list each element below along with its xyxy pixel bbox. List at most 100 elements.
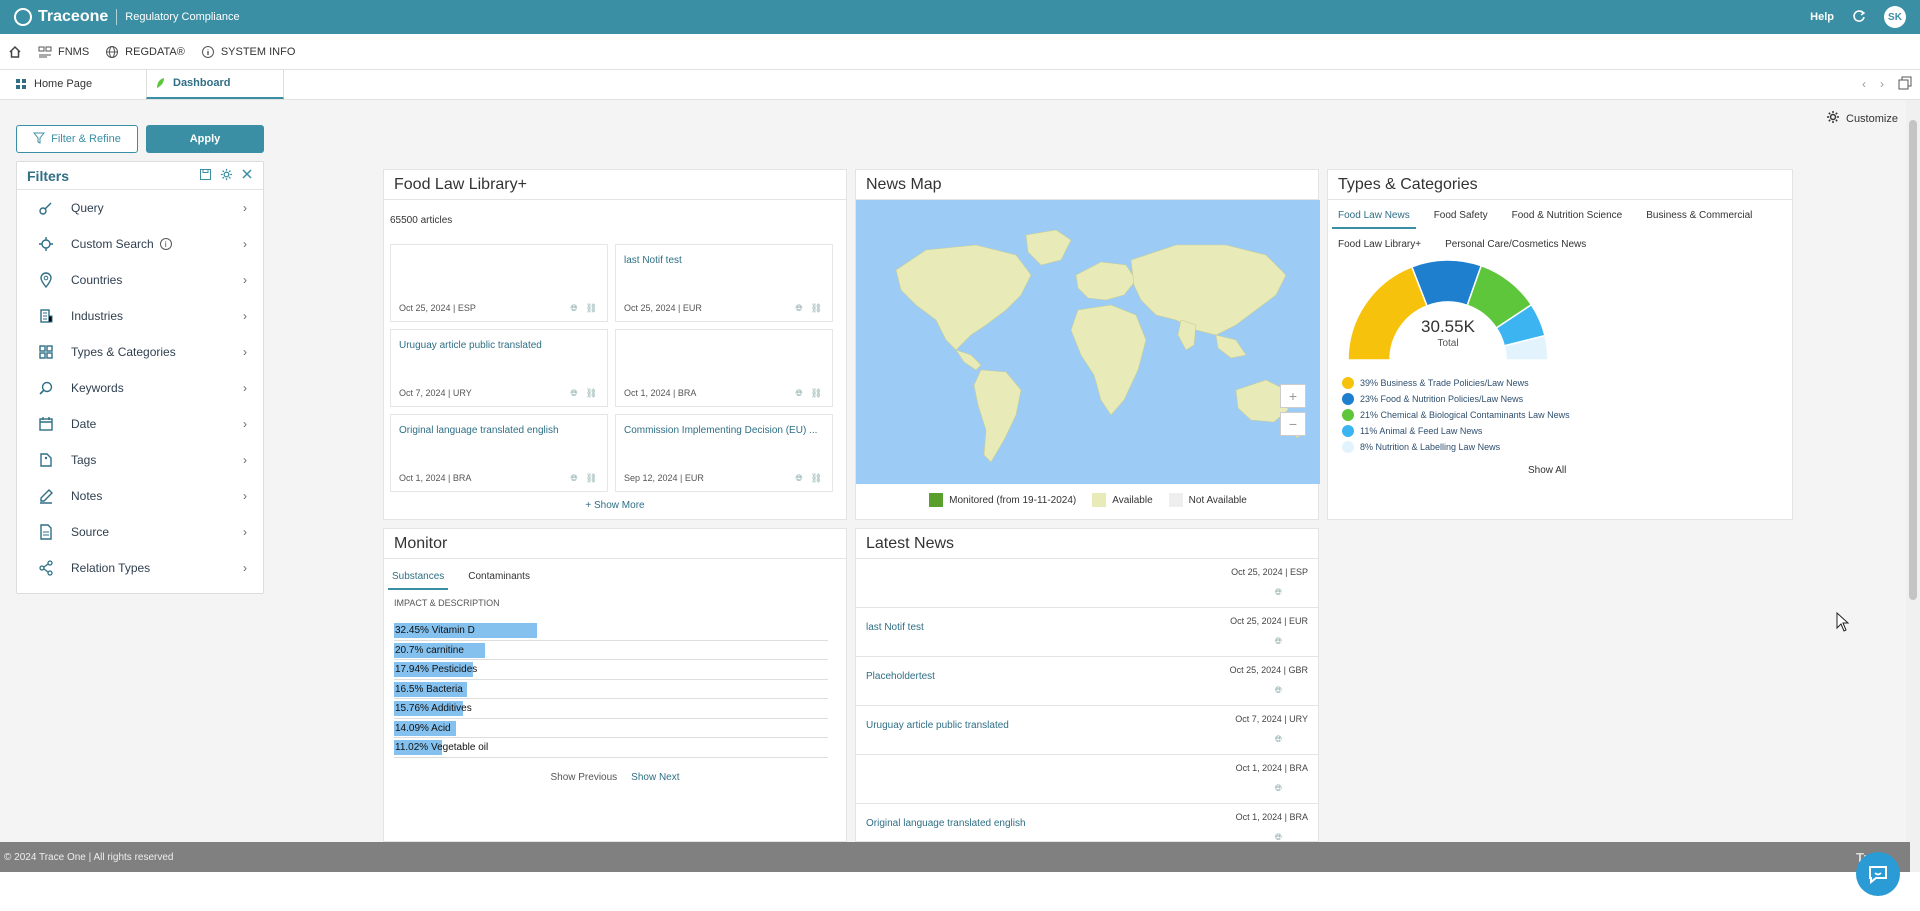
- article-card[interactable]: Commission Implementing Decision (EU) ..…: [615, 414, 833, 492]
- globe-icon[interactable]: 🌐︎: [795, 303, 802, 314]
- filter-refine-button[interactable]: Filter & Refine: [16, 125, 138, 153]
- filter-industries[interactable]: Industries ›: [17, 298, 263, 334]
- globe-icon[interactable]: 🌐︎: [1275, 783, 1282, 794]
- link-icon[interactable]: ⛓︎: [811, 303, 822, 314]
- tab-contaminants[interactable]: Contaminants: [464, 567, 534, 590]
- globe-icon[interactable]: 🌐︎: [1275, 734, 1282, 745]
- show-more-link[interactable]: + Show More: [384, 500, 846, 511]
- menu-regdata[interactable]: REGDATA®: [105, 45, 185, 59]
- filter-keywords[interactable]: Keywords ›: [17, 370, 263, 406]
- impact-bar-row[interactable]: 16.5% Bacteria: [394, 680, 828, 699]
- home-icon[interactable]: [8, 45, 22, 59]
- filter-tags[interactable]: Tags ›: [17, 442, 263, 478]
- article-card[interactable]: Oct 25, 2024 | ESP 🌐︎ ⛓︎: [390, 244, 608, 322]
- tab-business-commercial[interactable]: Business & Commercial: [1640, 206, 1758, 229]
- news-title[interactable]: Placeholdertest: [866, 671, 935, 682]
- show-previous-link[interactable]: Show Previous: [550, 772, 617, 783]
- menu-system-info[interactable]: SYSTEM INFO: [201, 45, 295, 59]
- globe-icon[interactable]: 🌐︎: [570, 473, 577, 484]
- user-avatar[interactable]: SK: [1884, 6, 1906, 28]
- page-scrollbar[interactable]: [1906, 100, 1920, 872]
- windows-icon[interactable]: [1898, 76, 1912, 93]
- impact-bar-row[interactable]: 20.7% carnitine: [394, 641, 828, 660]
- nav-forward-icon[interactable]: ›: [1880, 77, 1884, 91]
- news-item[interactable]: Placeholdertest Oct 25, 2024 | GBR 🌐︎: [856, 657, 1318, 706]
- chat-support-button[interactable]: [1856, 852, 1900, 896]
- news-item[interactable]: Oct 1, 2024 | BRA 🌐︎: [856, 755, 1318, 804]
- legend-item[interactable]: 8% Nutrition & Labelling Law News: [1342, 439, 1570, 455]
- globe-icon[interactable]: 🌐︎: [795, 388, 802, 399]
- filter-countries[interactable]: Countries ›: [17, 262, 263, 298]
- news-item[interactable]: last Notif test Oct 25, 2024 | EUR 🌐︎: [856, 608, 1318, 657]
- settings-icon[interactable]: [220, 168, 233, 184]
- tab-substances[interactable]: Substances: [388, 567, 449, 590]
- tab-personal-care[interactable]: Personal Care/Cosmetics News: [1439, 235, 1592, 256]
- legend-item[interactable]: 39% Business & Trade Policies/Law News: [1342, 375, 1570, 391]
- article-card[interactable]: last Notif test Oct 25, 2024 | EUR 🌐︎ ⛓︎: [615, 244, 833, 322]
- link-icon[interactable]: ⛓︎: [811, 388, 822, 399]
- globe-icon[interactable]: 🌐︎: [1275, 636, 1282, 647]
- news-title[interactable]: Original language translated english: [866, 818, 1026, 829]
- globe-icon[interactable]: 🌐︎: [795, 473, 802, 484]
- article-title[interactable]: Commission Implementing Decision (EU) ..…: [624, 425, 824, 436]
- tab-food-law-library[interactable]: Food Law Library+: [1332, 235, 1427, 256]
- close-icon[interactable]: [241, 168, 253, 184]
- impact-bar-row[interactable]: 32.45% Vitamin D: [394, 621, 828, 641]
- tab-food-safety[interactable]: Food Safety: [1428, 206, 1494, 229]
- article-title[interactable]: Original language translated english: [399, 425, 599, 436]
- article-card[interactable]: Uruguay article public translated Oct 7,…: [390, 329, 608, 407]
- news-title[interactable]: last Notif test: [866, 622, 924, 633]
- article-title[interactable]: last Notif test: [624, 255, 824, 266]
- article-title[interactable]: Uruguay article public translated: [399, 340, 599, 351]
- tab-dashboard[interactable]: Dashboard: [146, 69, 284, 99]
- tab-food-nutrition-science[interactable]: Food & Nutrition Science: [1506, 206, 1629, 229]
- news-item[interactable]: Uruguay article public translated Oct 7,…: [856, 706, 1318, 755]
- menu-fnms[interactable]: FNMS: [38, 45, 89, 59]
- filter-query[interactable]: Query ›: [17, 190, 263, 226]
- news-item[interactable]: Original language translated english Oct…: [856, 804, 1318, 841]
- zoom-in-button[interactable]: +: [1280, 384, 1306, 408]
- filter-notes[interactable]: Notes ›: [17, 478, 263, 514]
- link-icon[interactable]: ⛓︎: [586, 303, 597, 314]
- scrollbar-thumb[interactable]: [1909, 120, 1917, 600]
- legend-item[interactable]: 11% Animal & Feed Law News: [1342, 423, 1570, 439]
- save-icon[interactable]: [199, 168, 212, 184]
- info-icon[interactable]: i: [159, 238, 172, 250]
- help-link[interactable]: Help: [1810, 11, 1834, 23]
- refresh-icon[interactable]: [1852, 9, 1866, 26]
- filter-date[interactable]: Date ›: [17, 406, 263, 442]
- legend-item[interactable]: 21% Chemical & Biological Contaminants L…: [1342, 407, 1570, 423]
- filter-source[interactable]: Source ›: [17, 514, 263, 550]
- news-item[interactable]: Oct 25, 2024 | ESP 🌐︎: [856, 559, 1318, 608]
- filter-relation-types[interactable]: Relation Types ›: [17, 550, 263, 586]
- gauge-segment[interactable]: [1347, 265, 1429, 361]
- impact-bar-row[interactable]: 17.94% Pesticides: [394, 660, 828, 680]
- article-card[interactable]: Original language translated english Oct…: [390, 414, 608, 492]
- nav-back-icon[interactable]: ‹: [1862, 77, 1866, 91]
- impact-bar-row[interactable]: 15.76% Additives: [394, 699, 828, 719]
- tab-home-page[interactable]: Home Page: [8, 69, 146, 99]
- legend-item[interactable]: 23% Food & Nutrition Policies/Law News: [1342, 391, 1570, 407]
- news-title[interactable]: Uruguay article public translated: [866, 720, 1009, 731]
- link-icon[interactable]: ⛓︎: [586, 388, 597, 399]
- show-next-link[interactable]: Show Next: [631, 772, 679, 783]
- link-icon[interactable]: ⛓︎: [586, 473, 597, 484]
- tab-food-law-news[interactable]: Food Law News: [1332, 206, 1416, 229]
- customize-button[interactable]: Customize: [1826, 110, 1898, 127]
- filter-custom-search[interactable]: Custom Search i ›: [17, 226, 263, 262]
- world-map[interactable]: + −: [856, 200, 1320, 484]
- zoom-out-button[interactable]: −: [1280, 412, 1306, 436]
- app-logo[interactable]: Traceone: [14, 8, 108, 26]
- category-gauge[interactable]: 30.55K Total: [1338, 260, 1558, 370]
- impact-bar-row[interactable]: 11.02% Vegetable oil: [394, 738, 828, 758]
- apply-button[interactable]: Apply: [146, 125, 264, 153]
- link-icon[interactable]: ⛓︎: [811, 473, 822, 484]
- globe-icon[interactable]: 🌐︎: [1275, 832, 1282, 841]
- globe-icon[interactable]: 🌐︎: [1275, 587, 1282, 598]
- article-card[interactable]: Oct 1, 2024 | BRA 🌐︎ ⛓︎: [615, 329, 833, 407]
- filter-types-categories[interactable]: Types & Categories ›: [17, 334, 263, 370]
- show-all-link[interactable]: Show All: [1528, 465, 1566, 476]
- globe-icon[interactable]: 🌐︎: [570, 303, 577, 314]
- globe-icon[interactable]: 🌐︎: [570, 388, 577, 399]
- globe-icon[interactable]: 🌐︎: [1275, 685, 1282, 696]
